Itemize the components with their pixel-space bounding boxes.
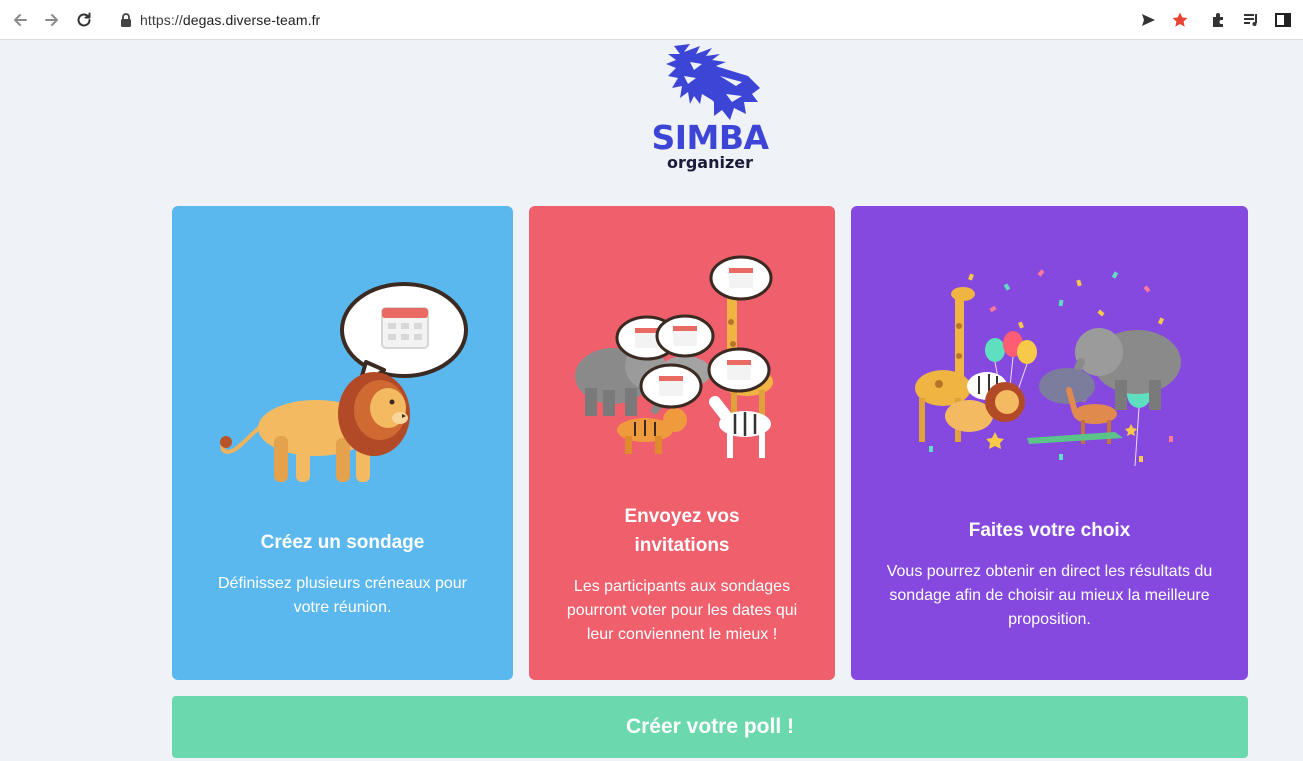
logo-name: SIMBA — [651, 118, 769, 157]
card-make-choice: Faites votre choix Vous pourrez obtenir … — [851, 206, 1248, 680]
playlist-icon — [1244, 14, 1257, 26]
back-button[interactable] — [8, 8, 32, 32]
animals-calendar-illustration — [575, 255, 773, 458]
create-poll-button[interactable]: Créer votre poll ! — [172, 696, 1248, 758]
side-panel-icon — [1275, 13, 1291, 27]
lock-icon — [121, 13, 131, 27]
star-icon — [1172, 12, 1188, 27]
side-panel-button[interactable] — [1272, 9, 1294, 31]
arrow-left-icon — [14, 14, 27, 26]
url-scheme: https:// — [140, 12, 183, 28]
card-title: Faites votre choix — [968, 520, 1131, 541]
lion-calendar-illustration — [220, 282, 468, 482]
card-text: Les participants aux sondages pourront v… — [566, 578, 798, 643]
address-bar[interactable]: https://degas.diverse-team.fr — [106, 5, 1199, 35]
forward-button[interactable] — [40, 8, 64, 32]
lion-head-icon — [666, 44, 760, 120]
url-text[interactable]: https://degas.diverse-team.fr — [140, 12, 320, 28]
send-button[interactable] — [1138, 10, 1158, 30]
extensions-button[interactable] — [1208, 9, 1230, 31]
reload-button[interactable] — [72, 8, 96, 32]
arrow-right-icon — [45, 14, 58, 26]
reload-icon — [77, 12, 91, 27]
animals-party-illustration — [915, 269, 1181, 467]
reading-list-button[interactable] — [1240, 9, 1262, 31]
lion — [220, 372, 410, 482]
simba-logo: SIMBA organizer — [640, 42, 780, 174]
card-title-line2: invitations — [634, 535, 730, 556]
puzzle-icon — [1213, 13, 1223, 27]
card-title-line1: Envoyez vos — [624, 506, 740, 527]
bookmark-button[interactable] — [1170, 10, 1190, 30]
card-text: Vous pourrez obtenir en direct les résul… — [886, 563, 1213, 628]
browser-toolbar: https://degas.diverse-team.fr — [0, 0, 1303, 40]
card-create-poll: Créez un sondage Définissez plusieurs cr… — [172, 206, 513, 680]
calendar-bubbles — [615, 255, 773, 409]
card-text: Définissez plusieurs créneaux pour votre… — [217, 575, 467, 616]
send-icon — [1142, 14, 1155, 26]
logo-subtitle: organizer — [666, 153, 754, 172]
calendar-bubble — [340, 282, 468, 392]
url-host: degas.diverse-team.fr — [182, 12, 321, 28]
card-title: Créez un sondage — [260, 532, 425, 553]
card-send-invitations: Envoyez vos invitations Les participants… — [529, 206, 835, 680]
